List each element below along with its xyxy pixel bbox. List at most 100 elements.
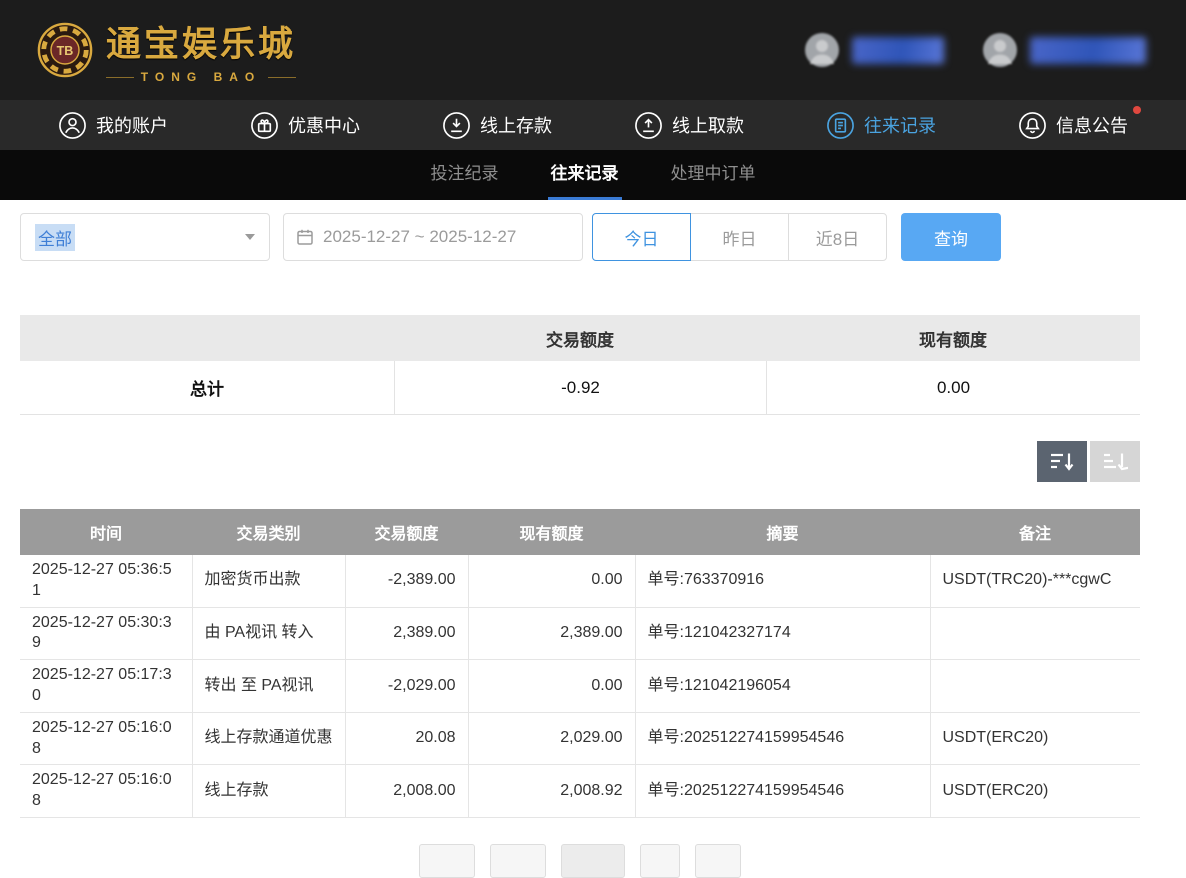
tab-bet-records[interactable]: 投注纪录 <box>428 150 502 200</box>
cell-balance: 0.00 <box>468 555 635 607</box>
nav-label: 线上存款 <box>480 112 552 138</box>
pagination-button[interactable] <box>419 844 475 878</box>
type-select-value: 全部 <box>35 224 75 251</box>
sub-nav: 投注纪录 往来记录 处理中订单 <box>0 150 1186 200</box>
cell-summary: 单号:202512274159954546 <box>635 765 930 818</box>
pagination-button[interactable] <box>490 844 546 878</box>
nav-item-online-withdrawal[interactable]: 线上取款 <box>634 111 744 140</box>
summary-total-label: 总计 <box>20 361 394 414</box>
brand-logo[interactable]: TB 通宝娱乐城 TONG BAO <box>36 16 296 84</box>
sort-descending-icon <box>1049 451 1075 473</box>
summary-transaction-amount: -0.92 <box>394 361 766 414</box>
cell-summary: 单号:121042327174 <box>635 607 930 660</box>
cell-type: 转出 至 PA视讯 <box>192 660 345 713</box>
nav-item-transaction-records[interactable]: 往来记录 <box>826 111 936 140</box>
cell-time: 2025-12-27 05:16:08 <box>20 765 192 818</box>
sort-descending-button[interactable] <box>1037 441 1087 482</box>
column-header-amount: 交易额度 <box>345 509 468 555</box>
quick-range-yesterday[interactable]: 昨日 <box>690 213 789 261</box>
cell-balance: 2,389.00 <box>468 607 635 660</box>
table-row: 2025-12-27 05:17:30 转出 至 PA视讯 -2,029.00 … <box>20 660 1140 713</box>
date-range-input[interactable]: 2025-12-27 ~ 2025-12-27 <box>283 213 583 261</box>
nav-label: 线上取款 <box>672 112 744 138</box>
wallet-icon[interactable] <box>982 32 1018 68</box>
tab-pending-orders[interactable]: 处理中订单 <box>668 150 759 200</box>
cell-note: USDT(ERC20) <box>930 712 1140 765</box>
column-header-note: 备注 <box>930 509 1140 555</box>
cell-summary: 单号:763370916 <box>635 555 930 607</box>
nav-item-promotions[interactable]: 优惠中心 <box>250 111 360 140</box>
cell-balance: 0.00 <box>468 660 635 713</box>
table-header-row: 时间 交易类别 交易额度 现有额度 摘要 备注 <box>20 509 1140 555</box>
cell-time: 2025-12-27 05:17:30 <box>20 660 192 713</box>
cell-note <box>930 660 1140 713</box>
table-row: 2025-12-27 05:16:08 线上存款 2,008.00 2,008.… <box>20 765 1140 818</box>
brand-name-cn: 通宝娱乐城 <box>106 16 296 67</box>
nav-item-online-deposit[interactable]: 线上存款 <box>442 111 552 140</box>
casino-chip-icon: TB <box>36 21 94 79</box>
cell-note: USDT(TRC20)-***cgwC <box>930 555 1140 607</box>
user-icon <box>58 111 87 140</box>
quick-range-today[interactable]: 今日 <box>592 213 691 261</box>
summary-header-transaction: 交易额度 <box>394 326 766 351</box>
filter-row: 全部 2025-12-27 ~ 2025-12-27 今日 昨日 近8日 查询 <box>20 213 1186 261</box>
records-icon <box>826 111 855 140</box>
cell-type: 线上存款 <box>192 765 345 818</box>
brand-text: 通宝娱乐城 TONG BAO <box>106 16 296 84</box>
cell-amount: -2,389.00 <box>345 555 468 607</box>
cell-amount: 2,008.00 <box>345 765 468 818</box>
table-row: 2025-12-27 05:30:39 由 PA视讯 转入 2,389.00 2… <box>20 607 1140 660</box>
user-balance-group <box>982 32 1146 68</box>
redacted-balance <box>1030 37 1146 64</box>
cell-summary: 单号:121042196054 <box>635 660 930 713</box>
type-select[interactable]: 全部 <box>20 213 270 261</box>
cell-note <box>930 607 1140 660</box>
gift-icon <box>250 111 279 140</box>
pagination-button[interactable] <box>695 844 741 878</box>
brand-name-en: TONG BAO <box>106 70 296 84</box>
pagination-button[interactable] <box>561 844 625 878</box>
deposit-icon <box>442 111 471 140</box>
pagination-button[interactable] <box>640 844 680 878</box>
column-header-summary: 摘要 <box>635 509 930 555</box>
summary-current-balance: 0.00 <box>766 361 1140 414</box>
user-account-group <box>804 32 944 68</box>
search-button[interactable]: 查询 <box>901 213 1001 261</box>
column-header-time: 时间 <box>20 509 192 555</box>
top-header: TB 通宝娱乐城 TONG BAO <box>0 0 1186 100</box>
cell-amount: -2,029.00 <box>345 660 468 713</box>
chevron-down-icon <box>245 234 255 240</box>
nav-label: 信息公告 <box>1056 112 1128 138</box>
nav-label: 往来记录 <box>864 112 936 138</box>
cell-time: 2025-12-27 05:36:51 <box>20 555 192 607</box>
summary-header: 交易额度 现有额度 <box>20 315 1140 361</box>
cell-note: USDT(ERC20) <box>930 765 1140 818</box>
main-nav: 我的账户 优惠中心 线上存款 线上取款 往来记录 信息公告 <box>0 100 1186 150</box>
summary-table: 交易额度 现有额度 总计 -0.92 0.00 <box>20 315 1140 415</box>
cell-summary: 单号:202512274159954546 <box>635 712 930 765</box>
date-range-value: 2025-12-27 ~ 2025-12-27 <box>323 227 516 247</box>
quick-range-last8days[interactable]: 近8日 <box>788 213 887 261</box>
pagination <box>20 844 1140 878</box>
nav-label: 优惠中心 <box>288 112 360 138</box>
sort-ascending-button[interactable] <box>1090 441 1140 482</box>
nav-item-my-account[interactable]: 我的账户 <box>58 111 168 140</box>
user-avatar-icon[interactable] <box>804 32 840 68</box>
cell-type: 由 PA视讯 转入 <box>192 607 345 660</box>
redacted-username <box>852 37 944 64</box>
cell-amount: 2,389.00 <box>345 607 468 660</box>
summary-header-balance: 现有额度 <box>766 326 1140 351</box>
tab-transaction-records[interactable]: 往来记录 <box>548 150 622 200</box>
notification-dot <box>1133 106 1141 114</box>
sort-ascending-icon <box>1102 451 1128 473</box>
bell-icon <box>1018 111 1047 140</box>
withdraw-icon <box>634 111 663 140</box>
sort-controls <box>20 441 1140 482</box>
nav-item-announcements[interactable]: 信息公告 <box>1018 111 1128 140</box>
nav-label: 我的账户 <box>96 112 168 138</box>
summary-total-row: 总计 -0.92 0.00 <box>20 361 1140 415</box>
table-row: 2025-12-27 05:16:08 线上存款通道优惠 20.08 2,029… <box>20 712 1140 765</box>
cell-balance: 2,029.00 <box>468 712 635 765</box>
column-header-balance: 现有额度 <box>468 509 635 555</box>
cell-type: 线上存款通道优惠 <box>192 712 345 765</box>
